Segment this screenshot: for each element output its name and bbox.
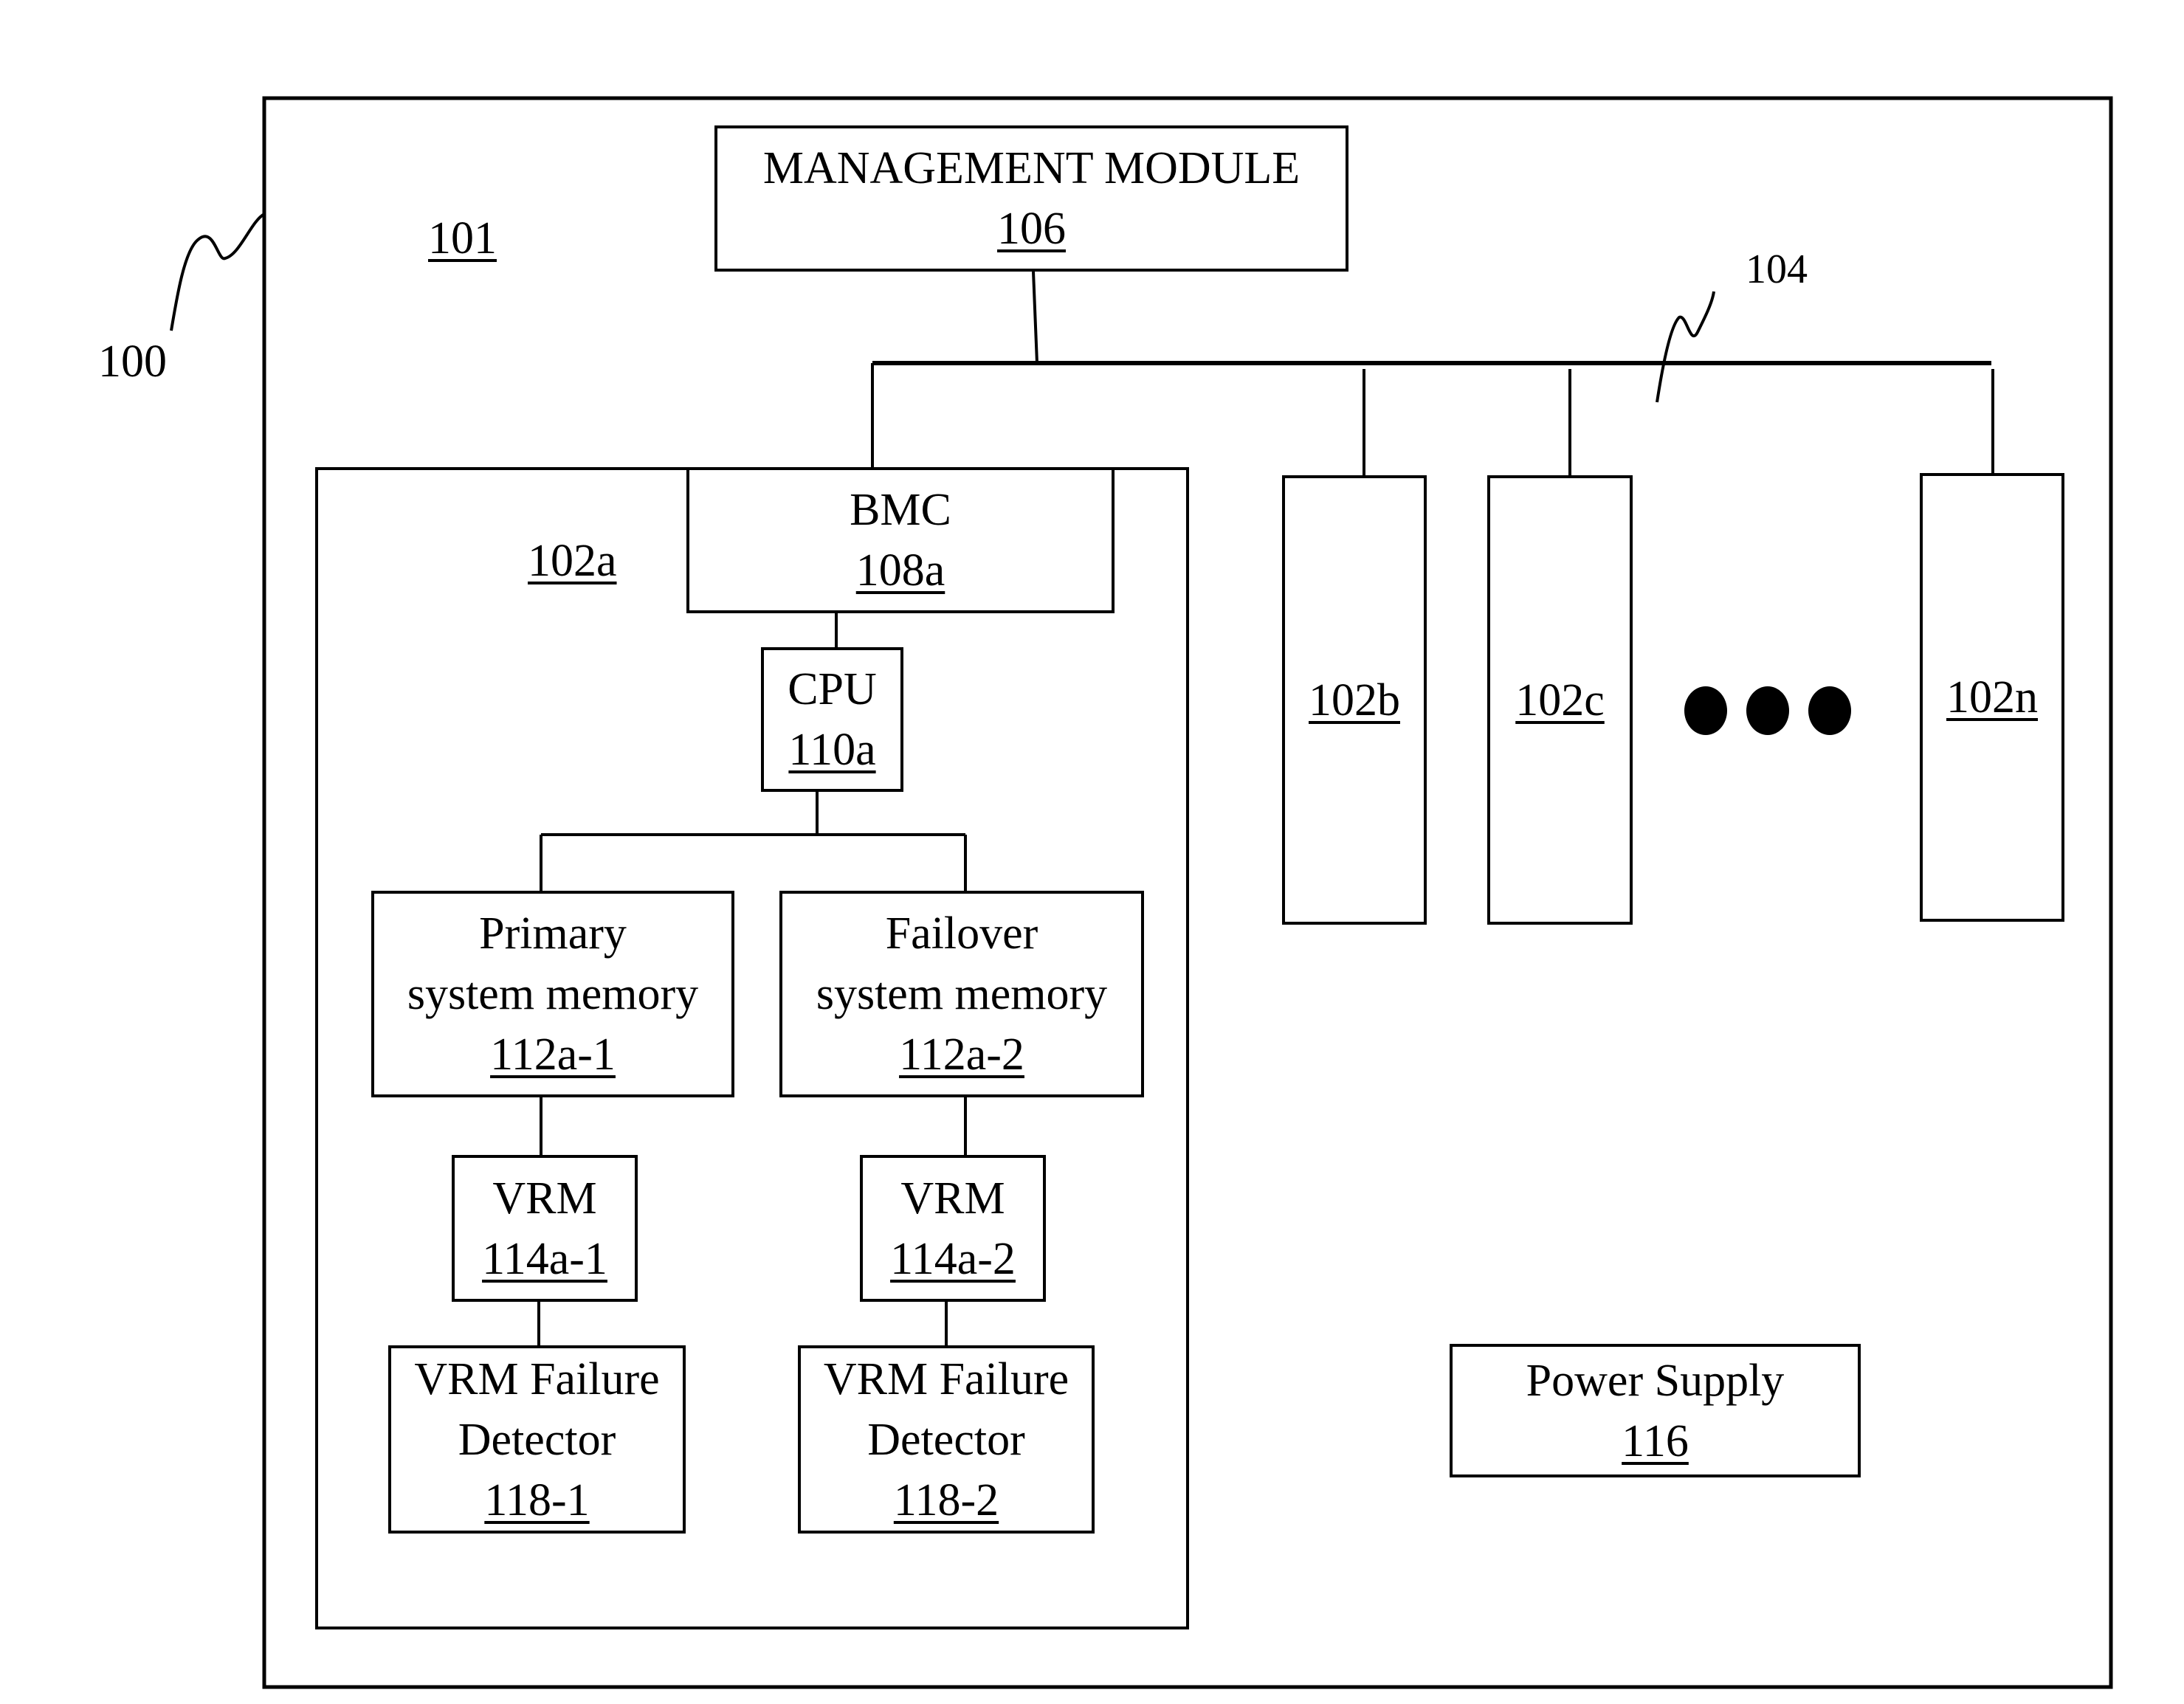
node-102b-box: 102b	[1282, 475, 1427, 925]
management-module-ref: 106	[997, 204, 1066, 254]
primary-memory-line1: Primary	[479, 908, 627, 959]
detector1-ref: 118-1	[484, 1474, 590, 1525]
detector2-line2: Detector	[867, 1414, 1025, 1465]
ellipsis-dot-icon	[1746, 686, 1789, 735]
leader-104	[1656, 291, 1715, 403]
node-102b-ref: 102b	[1309, 675, 1400, 725]
vrm2-title: VRM	[900, 1173, 1005, 1224]
cpu-box: CPU 110a	[761, 647, 903, 792]
failover-memory-line1: Failover	[885, 908, 1038, 959]
vrm2-ref: 114a-2	[890, 1233, 1016, 1284]
ellipsis-dot-icon	[1684, 686, 1727, 735]
primary-memory-ref: 112a-1	[490, 1029, 616, 1080]
mm-to-bus-line	[1032, 271, 1038, 364]
node-102c-box: 102c	[1487, 475, 1633, 925]
vrm1-box: VRM 114a-1	[452, 1155, 638, 1302]
bmc-title: BMC	[850, 485, 951, 535]
vrm1-title: VRM	[492, 1173, 597, 1224]
bmc-ref: 108a	[855, 545, 945, 596]
failover-memory-ref: 112a-2	[899, 1029, 1024, 1080]
detector1-line2: Detector	[458, 1414, 616, 1465]
vrm-failure-detector2-box: VRM Failure Detector 118-2	[798, 1345, 1095, 1534]
detector2-line1: VRM Failure	[823, 1353, 1069, 1404]
management-module-title: MANAGEMENT MODULE	[762, 143, 1301, 193]
ellipsis-dot-icon	[1808, 686, 1851, 735]
primary-memory-box: Primary system memory 112a-1	[371, 891, 734, 1097]
node-102n-ref: 102n	[1946, 672, 2038, 722]
power-supply-box: Power Supply 116	[1450, 1344, 1861, 1477]
node-102n-box: 102n	[1920, 473, 2064, 922]
cpu-ref: 110a	[788, 725, 876, 775]
bus-ref-label: 104	[1746, 246, 1808, 292]
chassis-ref-label: 101	[428, 213, 497, 263]
bmc-box: BMC 108a	[686, 467, 1115, 613]
failover-memory-box: Failover system memory 112a-2	[779, 891, 1144, 1097]
vrm2-box: VRM 114a-2	[860, 1155, 1046, 1302]
failover-memory-line2: system memory	[816, 969, 1108, 1019]
leader-100	[170, 213, 266, 331]
system-ref-label: 100	[98, 337, 167, 387]
node-102a-ref: 102a	[528, 536, 617, 586]
primary-memory-line2: system memory	[407, 969, 699, 1019]
power-supply-ref: 116	[1622, 1415, 1689, 1466]
node-102c-ref: 102c	[1515, 675, 1605, 725]
power-supply-title: Power Supply	[1526, 1355, 1785, 1406]
management-module-box: MANAGEMENT MODULE 106	[714, 125, 1348, 272]
detector1-line1: VRM Failure	[414, 1353, 660, 1404]
vrm1-ref: 114a-1	[482, 1233, 607, 1284]
cpu-title: CPU	[788, 664, 877, 714]
vrm-failure-detector1-box: VRM Failure Detector 118-1	[388, 1345, 686, 1534]
detector2-ref: 118-2	[893, 1474, 999, 1525]
